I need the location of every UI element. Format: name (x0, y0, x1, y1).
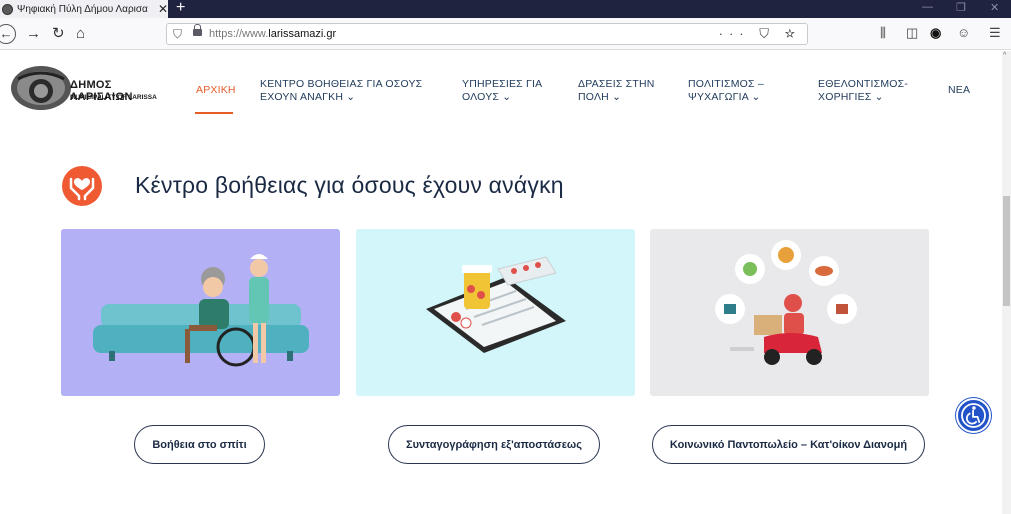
address-bar[interactable]: ⛉ https://www.larissamazi.gr ··· ⛉ ☆ (166, 23, 808, 45)
menu-item-home[interactable]: ΑΡΧΙΚΗ (196, 84, 236, 97)
menu-item-culture[interactable]: ΠΟΛΙΤΙΣΜΟΣ – ΨΥΧΑΓΩΓΙΑ ⌄ (688, 78, 764, 104)
extension-icon[interactable]: ◉ (930, 25, 941, 41)
page-scrollbar[interactable]: ^ (1002, 51, 1011, 514)
prescription-illustration (356, 229, 635, 396)
back-arrow-icon[interactable]: ← (0, 24, 16, 44)
scroll-up-icon[interactable]: ^ (1003, 52, 1006, 59)
site-header: ΔΗΜΟΣ ΛΑΡΙΣΑΙΩΝ MUNICIPALITY OF LARISSA … (0, 51, 1002, 129)
scroll-thumb[interactable] (1003, 196, 1010, 306)
restore-icon[interactable]: ❐ (956, 1, 966, 14)
menu-item-city-actions[interactable]: ΔΡΑΣΕΙΣ ΣΤΗΝ ΠΟΛΗ ⌄ (578, 78, 655, 104)
browser-tab-strip: Ψηφιακή Πύλη Δήμου Λαρισα ✕ + — ❐ ✕ (0, 0, 1011, 18)
card-prescription[interactable] (356, 229, 635, 396)
close-tab-icon[interactable]: ✕ (158, 2, 168, 16)
accessibility-icon[interactable] (956, 398, 991, 433)
menu-item-volunteering[interactable]: ΕΘΕΛΟΝΤΙΣΜΟΣ- ΧΟΡΗΓΙΕΣ ⌄ (818, 78, 908, 104)
menu-item-news[interactable]: ΝΕΑ (948, 84, 970, 97)
reload-icon[interactable]: ↻ (52, 25, 65, 43)
menu-icon[interactable]: ☰ (989, 25, 1001, 41)
window-close-icon[interactable]: ✕ (990, 1, 999, 14)
minimize-icon[interactable]: — (922, 1, 933, 13)
logo-subtitle: MUNICIPALITY OF LARISSA (70, 94, 157, 101)
menu-item-help-center[interactable]: ΚΕΝΤΡΟ ΒΟΗΘΕΙΑΣ ΓΙΑ ΟΣΟΥΣ ΕΧΟΥΝ ΑΝΑΓΚΗ ⌄ (260, 78, 422, 104)
social-grocery-button[interactable]: Κοινωνικό Παντοπωλείο – Κατ'οίκον Διανομ… (652, 425, 925, 464)
active-menu-underline (195, 112, 233, 114)
lock-icon[interactable] (193, 24, 202, 36)
forward-arrow-icon[interactable]: → (26, 25, 41, 43)
home-help-illustration (61, 229, 340, 396)
card-home-help[interactable] (61, 229, 340, 396)
tracking-shield-icon[interactable]: ⛉ (173, 27, 182, 42)
account-icon[interactable]: ☺ (957, 25, 970, 40)
url-text[interactable]: https://www.larissamazi.gr (209, 28, 336, 40)
page-actions[interactable]: ··· ⛉ ☆ (719, 26, 801, 42)
browser-tab[interactable]: Ψηφιακή Πύλη Δήμου Λαρισα ✕ (0, 0, 168, 18)
food-delivery-illustration (650, 229, 929, 396)
site-favicon-icon (2, 3, 13, 15)
browser-navigation-bar: ← → ↻ ⌂ ⛉ https://www.larissamazi.gr ···… (0, 18, 1011, 50)
library-icon[interactable]: ⫼ (880, 25, 886, 41)
home-icon[interactable]: ⌂ (76, 25, 85, 43)
municipality-emblem-icon (11, 66, 71, 110)
home-help-button[interactable]: Βοήθεια στο σπίτι (134, 425, 265, 464)
tab-title: Ψηφιακή Πύλη Δήμου Λαρισα (17, 3, 148, 15)
menu-item-services[interactable]: ΥΠΗΡΕΣΙΕΣ ΓΙΑ ΟΛΟΥΣ ⌄ (462, 78, 542, 104)
sidebar-icon[interactable]: ◫ (906, 25, 918, 41)
heart-hands-icon (62, 166, 102, 206)
prescription-button[interactable]: Συνταγογράφηση εξ'αποστάσεως (388, 425, 600, 464)
new-tab-button[interactable]: + (176, 0, 185, 17)
municipality-logo[interactable]: ΔΗΜΟΣ ΛΑΡΙΣΑΙΩΝ MUNICIPALITY OF LARISSA (10, 65, 175, 111)
section-title: Κέντρο βοήθειας για όσους έχουν ανάγκη (135, 172, 564, 198)
card-social-grocery[interactable] (650, 229, 929, 396)
